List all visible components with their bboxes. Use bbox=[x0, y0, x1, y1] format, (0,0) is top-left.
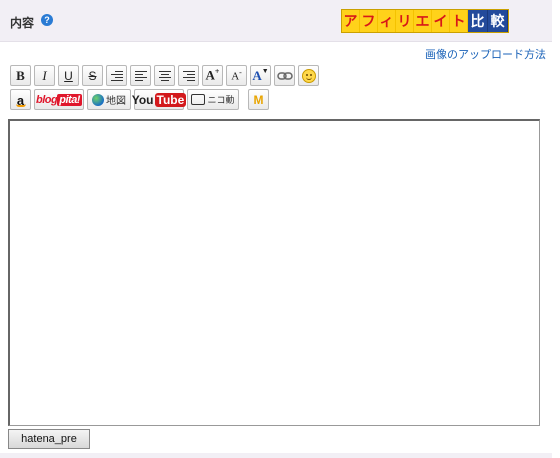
blogpita-button[interactable]: blog pita! bbox=[34, 89, 84, 110]
font-size-up-button[interactable]: A+ bbox=[202, 65, 223, 86]
indent-button[interactable] bbox=[106, 65, 127, 86]
content-editor[interactable] bbox=[8, 119, 540, 426]
banner-char: 較 bbox=[488, 10, 508, 32]
banner-char: 比 bbox=[468, 10, 488, 32]
banner-char: ア bbox=[342, 10, 360, 32]
banner-char: ィ bbox=[378, 10, 396, 32]
formatting-toolbar: B I U S A+ A- A ▼ bbox=[10, 65, 319, 86]
mstar-button[interactable]: M bbox=[248, 89, 269, 110]
bottom-divider bbox=[0, 453, 552, 458]
bold-button[interactable]: B bbox=[10, 65, 31, 86]
embed-toolbar: a blog pita! 地図 You Tube ニコ動 M bbox=[10, 89, 269, 110]
map-button[interactable]: 地図 bbox=[87, 89, 131, 110]
align-right-button[interactable] bbox=[178, 65, 199, 86]
amazon-button[interactable]: a bbox=[10, 89, 31, 110]
underline-button[interactable]: U bbox=[58, 65, 79, 86]
banner-char: エ bbox=[414, 10, 432, 32]
banner-char: リ bbox=[396, 10, 414, 32]
align-left-button[interactable] bbox=[130, 65, 151, 86]
help-icon[interactable]: ? bbox=[41, 14, 53, 26]
align-left-icon bbox=[134, 69, 147, 83]
emoji-button[interactable] bbox=[298, 65, 319, 86]
align-center-icon bbox=[158, 69, 171, 83]
align-center-button[interactable] bbox=[154, 65, 175, 86]
image-upload-help-link[interactable]: 画像のアップロード方法 bbox=[425, 46, 546, 62]
font-color-button[interactable]: A ▼ bbox=[250, 65, 271, 86]
youtube-button[interactable]: You Tube bbox=[131, 89, 187, 110]
globe-icon bbox=[92, 93, 104, 106]
link-icon bbox=[276, 71, 293, 80]
font-size-down-button[interactable]: A- bbox=[226, 65, 247, 86]
m-star-icon: M bbox=[253, 92, 264, 107]
link-button[interactable] bbox=[274, 65, 295, 86]
align-right-icon bbox=[182, 69, 195, 83]
strikethrough-button[interactable]: S bbox=[82, 65, 103, 86]
smile-icon bbox=[301, 68, 316, 83]
nicovideo-button[interactable]: ニコ動 bbox=[187, 89, 239, 110]
banner-char: フ bbox=[360, 10, 378, 32]
section-title: 内容 bbox=[10, 16, 35, 30]
banner-char: イ bbox=[432, 10, 450, 32]
italic-button[interactable]: I bbox=[34, 65, 55, 86]
banner-char: ト bbox=[450, 10, 468, 32]
youtube-logo: You Tube bbox=[131, 92, 187, 107]
affiliate-comparison-banner[interactable]: ア フ ィ リ エ イ ト 比 較 bbox=[341, 9, 509, 33]
tv-icon bbox=[191, 94, 206, 105]
blogpita-logo: blog pita! bbox=[36, 93, 82, 106]
indent-icon bbox=[110, 69, 123, 83]
content-header: 内容 ? ア フ ィ リ エ イ ト 比 較 bbox=[0, 0, 552, 42]
hatena-pre-button[interactable]: hatena_pre bbox=[8, 429, 90, 449]
